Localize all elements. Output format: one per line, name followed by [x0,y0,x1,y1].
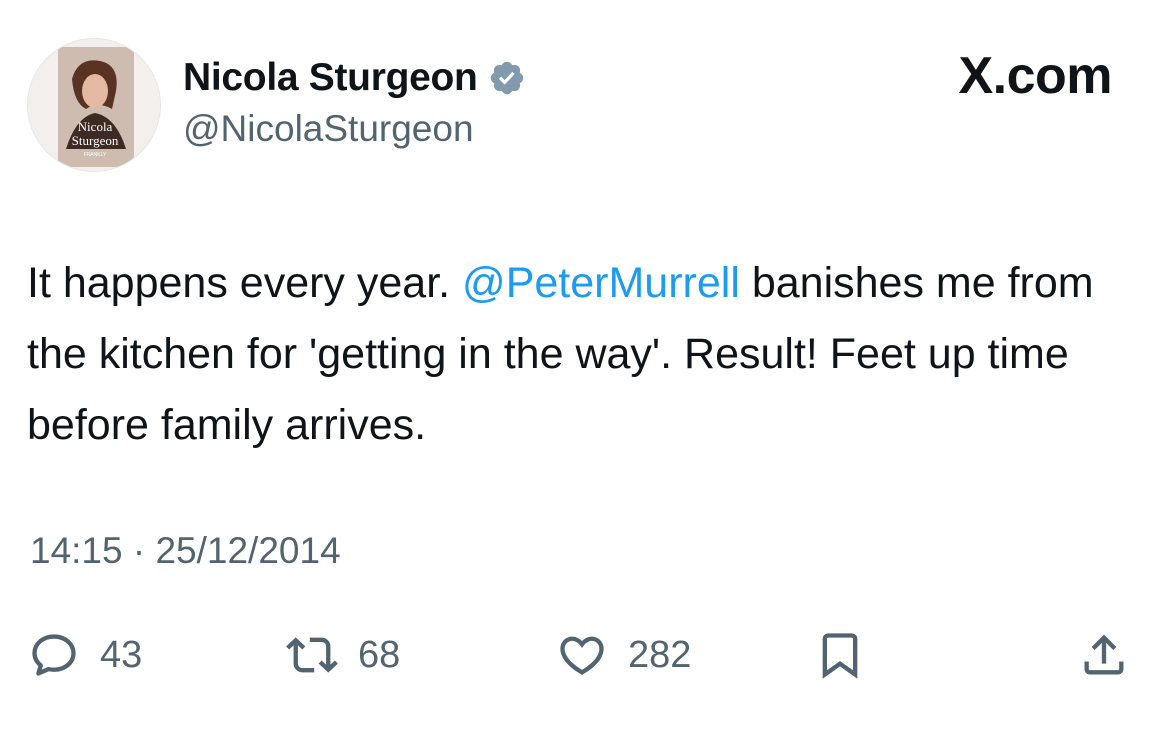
avatar-subtitle: FRANKLY [84,152,107,158]
tweet-actions: 43 68 282 [0,620,1170,690]
share-icon [1084,634,1124,675]
like-button[interactable]: 282 [556,620,691,690]
bookmark-icon [822,633,858,679]
repost-count: 68 [358,633,401,676]
author-header: Nicola Sturgeon [183,52,526,104]
avatar-title-line2: Sturgeon [72,133,119,148]
tweet-text: It happens every year. @PeterMurrell ban… [27,248,1137,461]
tweet-text-part1: It happens every year. [27,259,463,307]
avatar[interactable]: Nicola Sturgeon FRANKLY [27,38,161,172]
repost-icon [286,637,338,673]
x-brand-label: X.com [958,47,1112,105]
mention-link[interactable]: @PeterMurrell [462,259,740,307]
reply-count: 43 [100,633,143,676]
avatar-title-line1: Nicola [78,119,113,134]
author-handle[interactable]: @NicolaSturgeon [183,108,474,150]
verified-badge-icon [490,61,523,95]
share-button[interactable] [1078,620,1130,690]
tweet-timestamp[interactable]: 14:15 · 25/12/2014 [30,530,341,572]
bookmark-button[interactable] [814,620,866,690]
avatar-book-cover: Nicola Sturgeon FRANKLY [28,39,160,171]
like-count: 282 [628,633,692,676]
reply-icon [32,634,76,676]
display-name[interactable]: Nicola Sturgeon [183,56,478,100]
heart-icon [560,636,604,675]
reply-button[interactable]: 43 [28,620,142,690]
repost-button[interactable]: 68 [286,620,400,690]
